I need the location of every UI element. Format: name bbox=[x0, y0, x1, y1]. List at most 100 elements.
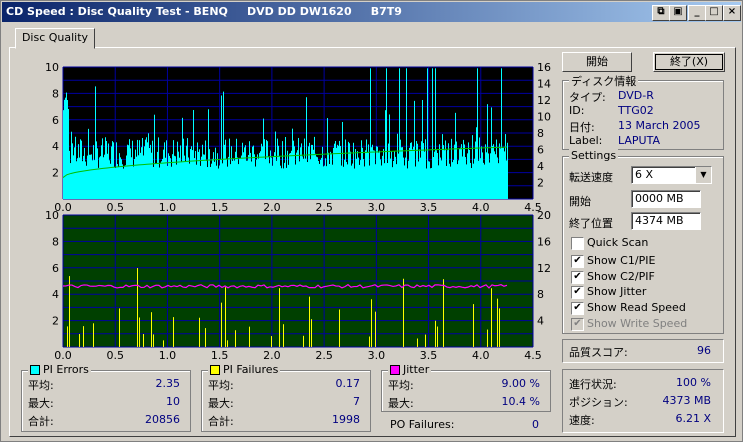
pie-bar bbox=[276, 160, 277, 199]
y-tick-label-right: 20 bbox=[537, 209, 551, 222]
pie-bar bbox=[435, 68, 436, 199]
pif-max-value: 7 bbox=[353, 395, 360, 408]
pie-bar bbox=[157, 151, 158, 199]
pie-bar bbox=[392, 167, 393, 199]
pie-bar bbox=[397, 133, 398, 199]
pie-bar bbox=[487, 104, 488, 199]
pie-bar bbox=[452, 162, 453, 199]
quick-scan-checkbox[interactable] bbox=[571, 237, 584, 250]
pie-bar bbox=[491, 107, 492, 199]
pie-bar bbox=[124, 165, 125, 199]
tab-disc-quality[interactable]: Disc Quality bbox=[15, 28, 95, 49]
pie-bar bbox=[148, 133, 149, 199]
pie-bar bbox=[224, 144, 225, 199]
speed-select[interactable]: 6 X ▼ bbox=[631, 166, 712, 184]
pie-bar bbox=[115, 167, 116, 199]
pie-bar bbox=[221, 95, 222, 199]
pie-bar bbox=[296, 152, 297, 199]
pie-bar bbox=[153, 167, 154, 199]
pie-bar bbox=[135, 149, 136, 199]
speed-select-value: 6 X bbox=[635, 168, 654, 181]
show-c1-label: Show C1/PIE bbox=[587, 254, 656, 267]
pie-bar bbox=[496, 139, 497, 199]
pie-bar bbox=[65, 97, 66, 199]
pie-bar bbox=[93, 145, 94, 199]
show-write-speed-label: Show Write Speed bbox=[587, 317, 688, 330]
pie-bar bbox=[104, 154, 105, 199]
help-icon[interactable]: ⧉ bbox=[652, 5, 670, 21]
pie-bar bbox=[188, 157, 189, 199]
jitter-avg-value: 9.00 % bbox=[501, 377, 540, 390]
pie-bar bbox=[284, 162, 285, 199]
pie-bar bbox=[183, 138, 184, 199]
pie-bar bbox=[369, 165, 370, 199]
pif-bar bbox=[79, 334, 80, 347]
disc-label-label: Label: bbox=[569, 134, 603, 147]
date-label: 日付: bbox=[569, 121, 595, 134]
pie-bar bbox=[304, 138, 305, 199]
pie-bar bbox=[142, 138, 143, 199]
end-pos-input[interactable]: 4374 MB bbox=[631, 212, 701, 230]
pi-failures-title-text: PI Failures bbox=[223, 363, 279, 376]
pie-bar bbox=[318, 160, 319, 199]
close-button[interactable]: × bbox=[723, 5, 741, 21]
show-c1-checkbox[interactable]: ✔ bbox=[571, 255, 584, 268]
pie-bar bbox=[108, 143, 109, 199]
pie-bar bbox=[87, 155, 88, 199]
exit-button[interactable]: 終了(X) bbox=[653, 52, 725, 72]
show-jitter-checkbox[interactable]: ✔ bbox=[571, 286, 584, 299]
end-pos-label: 終了位置 bbox=[569, 217, 613, 230]
start-pos-input[interactable]: 0000 MB bbox=[631, 190, 701, 208]
pie-bar bbox=[243, 152, 244, 199]
pie-bar bbox=[256, 159, 257, 199]
pie-bar bbox=[150, 144, 151, 199]
pie-bar bbox=[349, 143, 350, 199]
pie-bar bbox=[354, 168, 355, 199]
pie-bar bbox=[285, 137, 286, 199]
pie-bar bbox=[381, 165, 382, 199]
pie-bar bbox=[75, 136, 76, 199]
chevron-down-icon[interactable]: ▼ bbox=[695, 167, 711, 183]
minimize-button[interactable]: _ bbox=[688, 5, 706, 21]
show-c2-checkbox[interactable]: ✔ bbox=[571, 271, 584, 284]
pie-bar bbox=[228, 156, 229, 199]
pie-bar bbox=[418, 161, 419, 199]
pie-bar bbox=[277, 138, 278, 199]
show-read-speed-checkbox[interactable]: ✔ bbox=[571, 302, 584, 315]
pie-bar bbox=[187, 138, 188, 199]
pie-bar bbox=[295, 164, 296, 199]
pif-total-label: 合計: bbox=[208, 415, 234, 428]
pie-bar bbox=[474, 158, 475, 199]
pie-bar bbox=[305, 158, 306, 199]
pie-bar bbox=[239, 158, 240, 199]
pif-bar bbox=[311, 319, 312, 347]
pif-bar bbox=[435, 320, 436, 347]
pie-bar bbox=[333, 147, 334, 199]
pie-bar bbox=[178, 151, 179, 199]
pif-bar bbox=[153, 334, 154, 347]
pie-bar bbox=[331, 153, 332, 199]
start-button[interactable]: 開始 bbox=[562, 52, 632, 72]
pie-bar bbox=[290, 152, 291, 199]
pie-bar bbox=[320, 159, 321, 199]
pie-bar bbox=[438, 165, 439, 199]
pie-bar bbox=[387, 163, 388, 199]
pie-bar bbox=[361, 140, 362, 199]
title-bar[interactable]: CD Speed : Disc Quality Test - BENQ DVD … bbox=[2, 2, 741, 22]
pie-bar bbox=[238, 164, 239, 199]
pie-bar bbox=[261, 143, 262, 199]
pie-bar bbox=[94, 160, 95, 199]
pie-bar bbox=[493, 144, 494, 199]
pie-bar bbox=[173, 140, 174, 199]
pie-bar bbox=[199, 149, 200, 199]
pie-bar bbox=[413, 146, 414, 199]
y-tick-label-right: 14 bbox=[537, 78, 551, 91]
pie-bar bbox=[197, 142, 198, 199]
pie-total-label: 合計: bbox=[28, 415, 54, 428]
pie-bar bbox=[454, 144, 455, 199]
pie-bar bbox=[106, 141, 107, 199]
pie-bar bbox=[390, 158, 391, 199]
settings-icon[interactable]: ▣ bbox=[669, 5, 687, 21]
maximize-button[interactable]: □ bbox=[705, 5, 723, 21]
pie-bar bbox=[230, 164, 231, 199]
